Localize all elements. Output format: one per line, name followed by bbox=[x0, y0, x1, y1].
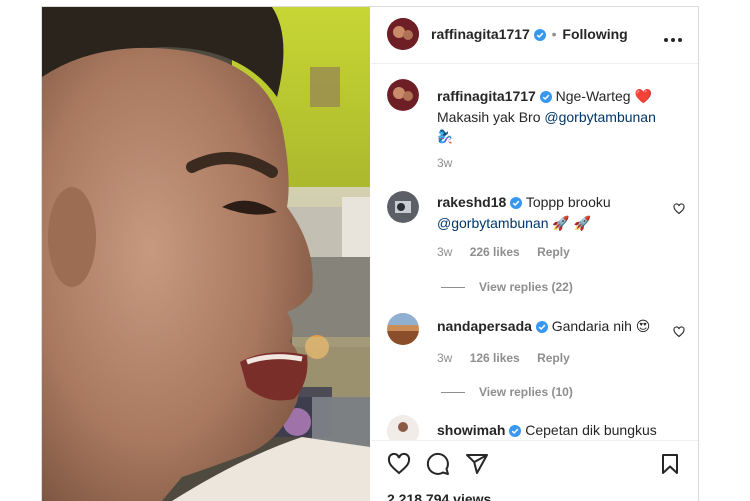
view-replies-label: View replies (22) bbox=[479, 280, 573, 294]
view-replies-button[interactable]: View replies (22) bbox=[441, 280, 573, 294]
follow-status[interactable]: Following bbox=[562, 26, 627, 42]
verified-badge-icon bbox=[535, 319, 548, 338]
avatar-image bbox=[387, 313, 419, 345]
caption-time[interactable]: 3w bbox=[437, 156, 452, 170]
avatar-image bbox=[387, 79, 419, 111]
replies-divider bbox=[441, 392, 465, 394]
commenter-avatar[interactable] bbox=[387, 191, 419, 223]
bookmark-icon[interactable] bbox=[658, 452, 682, 481]
verified-badge-icon bbox=[510, 195, 523, 214]
comment-body: Toppp brooku bbox=[525, 194, 611, 210]
comments-panel: raffinagita1717 • Following raffinagita1… bbox=[371, 7, 698, 501]
author-username[interactable]: raffinagita1717 bbox=[431, 26, 530, 42]
heart-icon[interactable] bbox=[387, 452, 411, 481]
caption-text: raffinagita1717 Nge-Warteg ❤️ Makasih ya… bbox=[437, 87, 667, 146]
action-bar: 2,218,794 views bbox=[371, 440, 698, 501]
verified-badge-icon bbox=[533, 28, 546, 44]
reply-button[interactable]: Reply bbox=[537, 351, 570, 365]
caption-emoji-line: 🧞‍♀️ bbox=[437, 129, 454, 144]
comment-emojis: 😍 bbox=[635, 318, 651, 334]
share-icon[interactable] bbox=[465, 452, 489, 481]
header-separator: • bbox=[551, 26, 557, 42]
video-frame-image bbox=[42, 7, 370, 501]
caption-text-1: Nge-Warteg bbox=[555, 88, 631, 104]
commenter-avatar[interactable] bbox=[387, 313, 419, 345]
view-replies-label: View replies (10) bbox=[479, 385, 573, 399]
replies-divider bbox=[441, 287, 465, 289]
commenter-username[interactable]: nandapersada bbox=[437, 318, 532, 334]
comment-meta: 3w 226 likes Reply bbox=[437, 245, 584, 259]
view-replies-button[interactable]: View replies (10) bbox=[441, 385, 573, 399]
caption-text-2: Makasih yak Bro bbox=[437, 109, 541, 125]
verified-badge-icon bbox=[539, 89, 552, 108]
heart-emoji: ❤️ bbox=[634, 88, 652, 104]
reply-button[interactable]: Reply bbox=[537, 245, 570, 259]
commenter-username[interactable]: rakeshd18 bbox=[437, 194, 506, 210]
avatar-image bbox=[387, 18, 419, 50]
more-options-icon[interactable] bbox=[663, 31, 683, 42]
comment-body: Cepetan dik bungkus bbox=[525, 422, 657, 438]
comment-likes[interactable]: 226 likes bbox=[470, 245, 520, 259]
comment-text: nandapersada Gandaria nih 😍 bbox=[437, 317, 667, 338]
author-avatar[interactable] bbox=[387, 18, 419, 50]
like-comment-heart-icon[interactable] bbox=[673, 325, 685, 343]
post-header: raffinagita1717 • Following bbox=[371, 7, 698, 64]
comment-text: rakeshd18 Toppp brooku @gorbytambunan 🚀 … bbox=[437, 193, 667, 233]
comment-time[interactable]: 3w bbox=[437, 351, 452, 365]
caption-avatar[interactable] bbox=[387, 79, 419, 111]
avatar-image bbox=[387, 191, 419, 223]
comment-emojis: 🚀 🚀 bbox=[552, 215, 592, 231]
like-comment-heart-icon[interactable] bbox=[673, 202, 685, 220]
comment-likes[interactable]: 126 likes bbox=[470, 351, 520, 365]
instagram-post: raffinagita1717 • Following raffinagita1… bbox=[41, 6, 699, 501]
caption: raffinagita1717 Nge-Warteg ❤️ Makasih ya… bbox=[371, 79, 698, 170]
caption-mention[interactable]: @gorbytambunan bbox=[544, 109, 656, 125]
comment-meta: 3w 126 likes Reply bbox=[437, 351, 584, 365]
comment-mention[interactable]: @gorbytambunan bbox=[437, 215, 549, 231]
comment-item: rakeshd18 Toppp brooku @gorbytambunan 🚀 … bbox=[371, 185, 698, 295]
caption-username[interactable]: raffinagita1717 bbox=[437, 88, 536, 104]
comment-item: showimah Cepetan dik bungkus bbox=[371, 413, 698, 447]
comment-time[interactable]: 3w bbox=[437, 245, 452, 259]
comment-body: Gandaria nih bbox=[551, 318, 632, 334]
comment-item: nandapersada Gandaria nih 😍 3w 126 likes… bbox=[371, 311, 698, 401]
commenter-username[interactable]: showimah bbox=[437, 422, 505, 438]
post-video[interactable] bbox=[42, 7, 370, 501]
comment-text: showimah Cepetan dik bungkus bbox=[437, 421, 667, 442]
comment-icon[interactable] bbox=[426, 452, 450, 481]
header-text: raffinagita1717 • Following bbox=[431, 26, 628, 44]
